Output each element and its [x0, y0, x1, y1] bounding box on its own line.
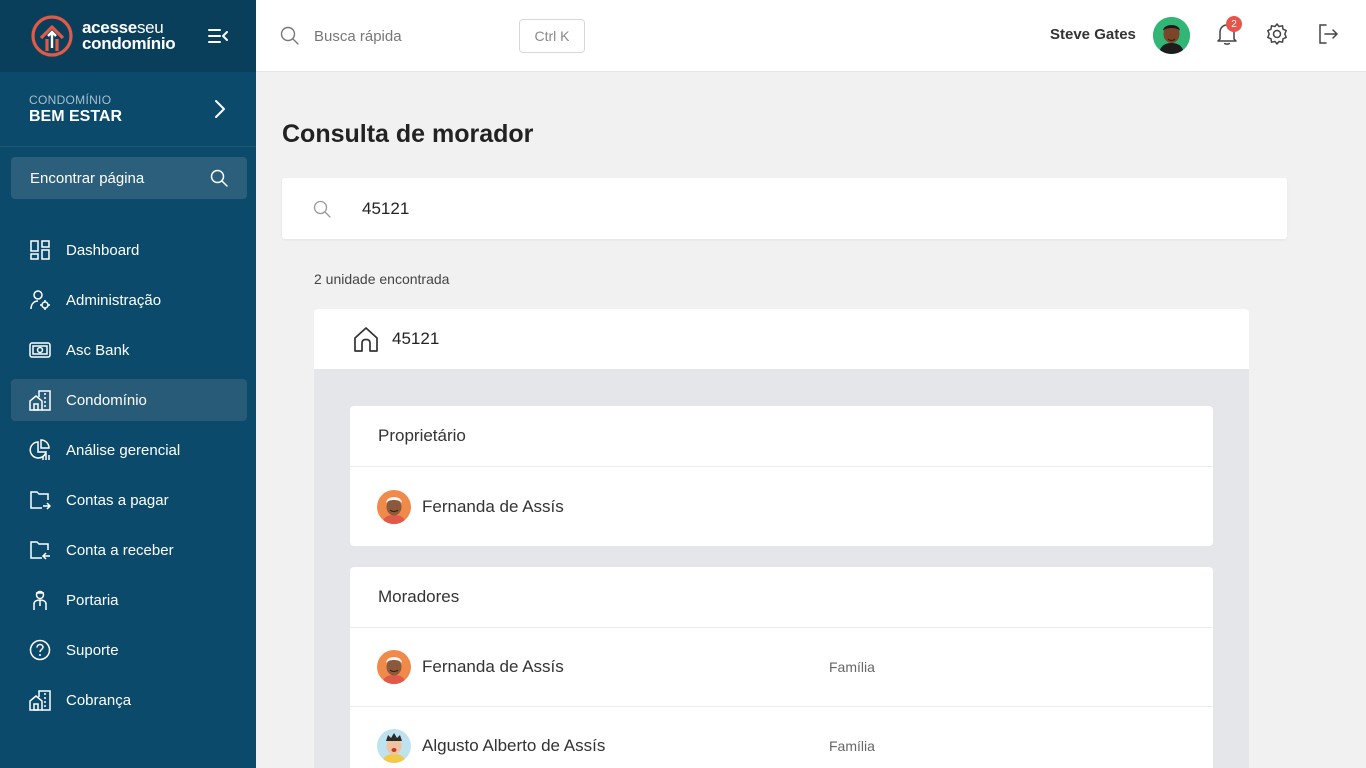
sidebar-item-condominio[interactable]: Condomínio	[11, 379, 247, 421]
sidebar-item-label: Conta a receber	[66, 541, 174, 559]
sidebar-item-label: Administração	[66, 291, 162, 309]
residents-card: Moradores Fernanda de Assís Família Algu…	[350, 567, 1213, 768]
chevron-right-icon	[215, 100, 225, 118]
sidebar-item-suporte[interactable]: Suporte	[11, 629, 247, 671]
brand-wordmark: acesseseu condomínio	[82, 18, 176, 53]
sidebar-item-administracao[interactable]: Administração	[11, 279, 247, 321]
shortcut-hint: Ctrl K	[519, 19, 585, 53]
sidebar-item-contas-a-pagar[interactable]: Contas a pagar	[11, 479, 247, 521]
results-count: 2 unidade encontrada	[314, 271, 450, 287]
dashboard-icon	[30, 240, 50, 260]
concierge-icon	[33, 590, 47, 610]
list-item[interactable]: Fernanda de Assís	[350, 467, 1213, 546]
sidebar-item-label: Cobrança	[66, 691, 132, 709]
condo-selector[interactable]: CONDOMÍNIO BEM ESTAR	[0, 72, 256, 147]
bank-icon	[29, 342, 51, 358]
user-name[interactable]: Steve Gates	[1050, 26, 1136, 43]
resident-name: Fernanda de Assís	[422, 657, 564, 676]
residents-card-title: Moradores	[350, 567, 1213, 628]
unit-number: 45121	[392, 329, 440, 348]
top-header: Busca rápida Ctrl K Steve Gates 2	[256, 0, 1366, 72]
resident-relation: Família	[829, 738, 875, 754]
quick-search[interactable]: Busca rápida	[280, 0, 402, 72]
help-icon	[29, 639, 51, 661]
analytics-icon	[29, 439, 50, 460]
owner-name: Fernanda de Assís	[422, 496, 564, 516]
sidebar-item-portaria[interactable]: Portaria	[11, 579, 247, 621]
sidebar-item-analise-gerencial[interactable]: Análise gerencial	[11, 429, 247, 471]
building-icon	[29, 390, 51, 411]
search-icon	[280, 26, 299, 45]
avatar[interactable]	[1153, 17, 1190, 54]
avatar	[377, 729, 411, 763]
resident-name: Algusto Alberto de Assís	[422, 736, 606, 755]
sidebar-nav: Dashboard Administração Asc Bank Condomí…	[11, 229, 247, 729]
receivables-icon	[30, 541, 50, 560]
sidebar-header: acesseseu condomínio	[0, 0, 256, 72]
find-page-search[interactable]: Encontrar página	[11, 157, 247, 199]
logout-icon[interactable]	[1317, 22, 1339, 46]
notification-badge: 2	[1226, 16, 1242, 32]
search-icon	[210, 169, 228, 187]
payables-icon	[30, 491, 51, 510]
condo-name: BEM ESTAR	[29, 107, 123, 125]
resident-relation: Família	[829, 659, 875, 675]
find-page-label: Encontrar página	[30, 169, 145, 187]
house-arrow-logo-icon	[31, 15, 73, 57]
gear-icon[interactable]	[1265, 22, 1289, 46]
unit-header[interactable]: 45121	[314, 309, 1249, 369]
brand-logo[interactable]: acesseseu condomínio	[30, 15, 176, 57]
condo-label: CONDOMÍNIO	[29, 92, 112, 107]
resident-search-box	[282, 178, 1287, 239]
admin-icon	[30, 290, 50, 310]
owner-card: Proprietário Fernanda de Assís	[350, 406, 1213, 546]
quick-search-placeholder: Busca rápida	[314, 27, 402, 45]
sidebar-item-dashboard[interactable]: Dashboard	[11, 229, 247, 271]
page-title: Consulta de morador	[282, 120, 534, 148]
sidebar-item-label: Dashboard	[66, 241, 140, 259]
sidebar-item-label: Suporte	[66, 641, 119, 659]
sidebar-item-label: Análise gerencial	[66, 441, 181, 459]
resident-search-input[interactable]	[362, 196, 962, 222]
list-item[interactable]: Fernanda de Assís Família	[350, 628, 1213, 707]
billing-icon	[29, 690, 51, 711]
unit-panel: 45121 Proprietário Fernanda de Assís Mor…	[314, 309, 1249, 768]
avatar	[377, 650, 411, 684]
collapse-menu-icon[interactable]	[208, 28, 228, 44]
house-icon	[354, 327, 378, 352]
owner-card-title: Proprietário	[350, 406, 1213, 467]
sidebar-item-cobranca[interactable]: Cobrança	[11, 679, 247, 721]
search-icon	[313, 200, 331, 218]
sidebar-item-conta-a-receber[interactable]: Conta a receber	[11, 529, 247, 571]
avatar	[377, 489, 411, 524]
sidebar-item-label: Portaria	[66, 591, 119, 609]
sidebar-item-label: Asc Bank	[66, 341, 130, 359]
sidebar-item-label: Condomínio	[66, 391, 147, 409]
list-item[interactable]: Algusto Alberto de Assís Família	[350, 707, 1213, 768]
sidebar: acesseseu condomínio CONDOMÍNIO BEM ESTA…	[0, 0, 256, 768]
sidebar-item-label: Contas a pagar	[66, 491, 169, 509]
sidebar-item-asc-bank[interactable]: Asc Bank	[11, 329, 247, 371]
